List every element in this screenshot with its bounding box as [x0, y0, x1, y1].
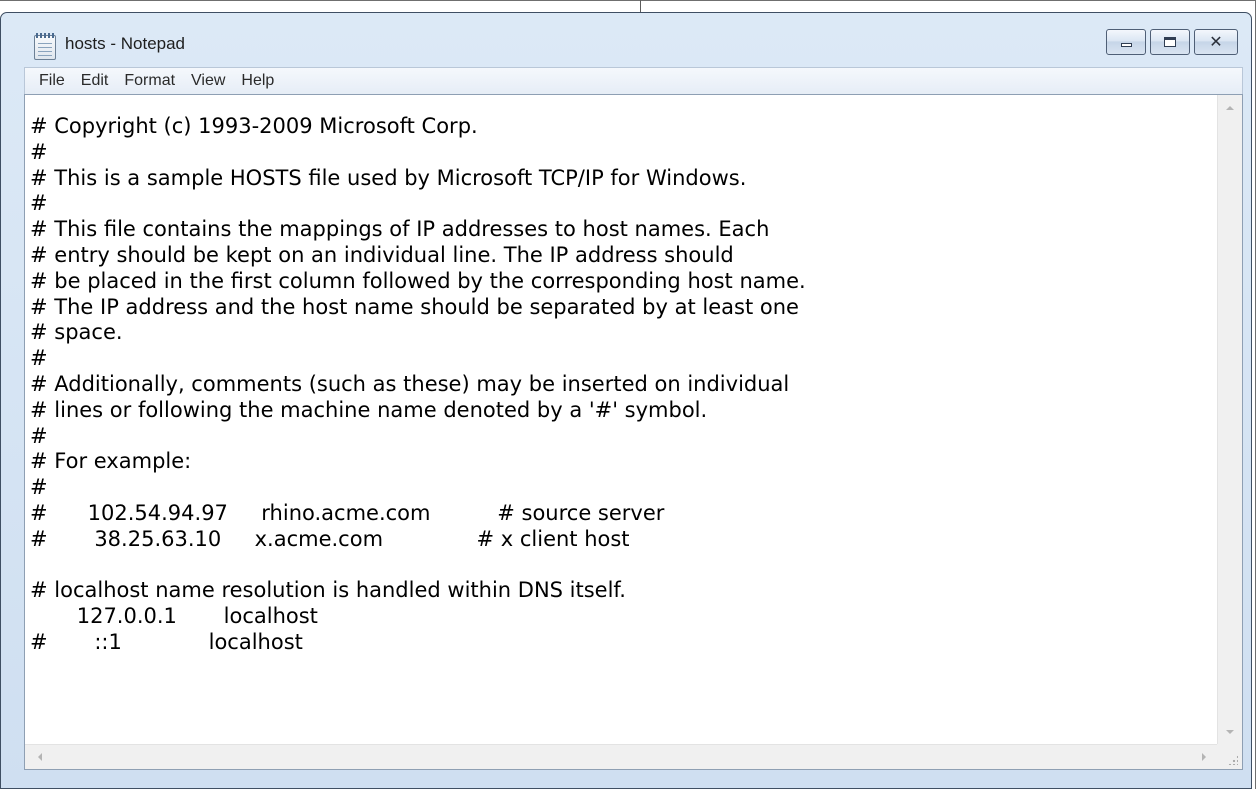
vertical-scrollbar[interactable]	[1217, 95, 1242, 745]
text-line: # ::1 localhost	[30, 629, 303, 654]
scroll-up-icon[interactable]	[1226, 106, 1234, 110]
minimize-button[interactable]	[1106, 29, 1146, 55]
notepad-icon[interactable]	[34, 33, 56, 60]
text-line: # For example:	[30, 449, 192, 474]
text-line: # This file contains the mappings of IP …	[30, 217, 770, 242]
menu-help[interactable]: Help	[233, 68, 282, 94]
resize-grip[interactable]	[1217, 744, 1242, 769]
text-line: #	[30, 423, 48, 448]
text-line: # space.	[30, 320, 123, 345]
menu-bar: File Edit Format View Help	[24, 67, 1243, 94]
document-text[interactable]: # Copyright (c) 1993-2009 Microsoft Corp…	[30, 114, 806, 656]
close-icon: ✕	[1209, 32, 1223, 51]
scroll-down-icon[interactable]	[1226, 730, 1234, 734]
text-line: #	[30, 346, 48, 371]
text-line: # 38.25.63.10 x.acme.com # x client host	[30, 526, 630, 551]
editor[interactable]: # Copyright (c) 1993-2009 Microsoft Corp…	[24, 94, 1243, 770]
menu-format[interactable]: Format	[116, 68, 183, 94]
maximize-icon	[1164, 37, 1176, 47]
scroll-right-icon[interactable]	[1202, 753, 1206, 761]
menu-file[interactable]: File	[25, 68, 73, 94]
menu-edit[interactable]: Edit	[73, 68, 117, 94]
resize-grip-icon	[1228, 755, 1238, 765]
text-line: # The IP address and the host name shoul…	[30, 294, 799, 319]
maximize-button[interactable]	[1150, 29, 1190, 55]
window-controls: ✕	[1102, 29, 1238, 57]
scroll-left-icon[interactable]	[38, 753, 42, 761]
text-area[interactable]: # Copyright (c) 1993-2009 Microsoft Corp…	[25, 95, 1218, 745]
text-line: # lines or following the machine name de…	[30, 397, 708, 422]
text-line: # This is a sample HOSTS file used by Mi…	[30, 165, 747, 190]
text-line: # Additionally, comments (such as these)…	[30, 371, 790, 396]
text-line: # localhost name resolution is handled w…	[30, 578, 626, 603]
text-line: 127.0.0.1 localhost	[30, 604, 318, 629]
background-divider	[640, 0, 641, 12]
text-line: # entry should be kept on an individual …	[30, 242, 734, 267]
minimize-icon	[1120, 43, 1132, 47]
background-edge-top	[0, 0, 1256, 1]
window-title: hosts - Notepad	[65, 34, 186, 53]
text-line: #	[30, 139, 48, 164]
close-button[interactable]: ✕	[1194, 29, 1238, 55]
text-line: #	[30, 475, 48, 500]
text-line: # be placed in the first column followed…	[30, 268, 806, 293]
text-line: # 102.54.94.97 rhino.acme.com # source s…	[30, 500, 665, 525]
text-line: # Copyright (c) 1993-2009 Microsoft Corp…	[30, 114, 478, 138]
horizontal-scrollbar[interactable]	[25, 744, 1218, 769]
text-line: #	[30, 191, 48, 216]
menu-view[interactable]: View	[183, 68, 233, 94]
text-line: ​	[30, 553, 806, 579]
